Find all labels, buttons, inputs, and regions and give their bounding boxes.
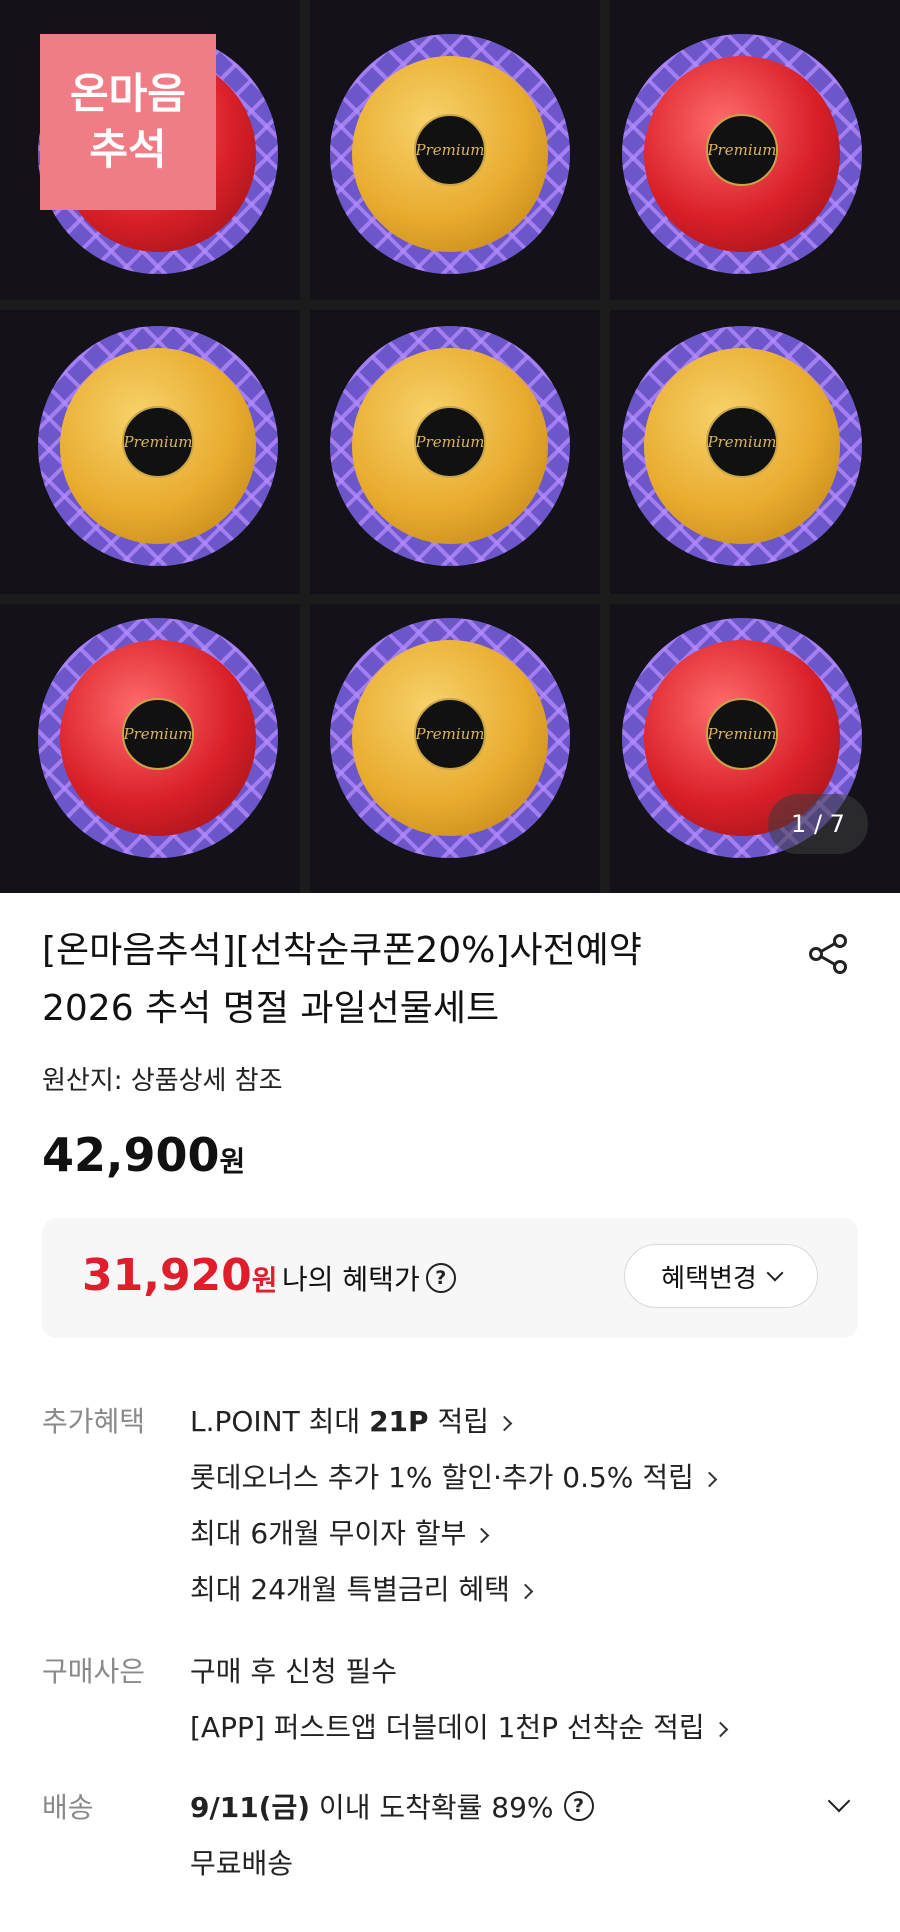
- event-badge: 온마음 추석: [40, 34, 216, 210]
- price-value: 42,900: [42, 1128, 220, 1182]
- title-line-1: [온마음추석][선착순쿠폰20%]사전예약: [42, 930, 642, 971]
- fruit-cell: Premium: [304, 592, 596, 884]
- box-divider: [600, 0, 610, 893]
- benefit-item-text: L.POINT 최대: [190, 1405, 370, 1438]
- benefit-item-lotte-owners[interactable]: 롯데오너스 추가 1% 할인·추가 0.5% 적립: [190, 1456, 718, 1496]
- badge-line-2: 추석: [89, 125, 167, 174]
- benefit-item-special-rate[interactable]: 최대 24개월 특별금리 혜택: [190, 1568, 534, 1608]
- box-divider: [0, 300, 900, 310]
- chevron-right-icon: [496, 1415, 513, 1432]
- delivery-probability: 이내 도착확률 89%: [310, 1791, 554, 1824]
- benefit-label-text: 나의 혜택가: [282, 1263, 420, 1296]
- share-icon: [809, 934, 847, 974]
- image-counter: 1 / 7: [768, 794, 868, 854]
- product-image[interactable]: Premium Premium Premium Premium Premium …: [0, 0, 900, 893]
- fruit-cell: Premium: [596, 300, 888, 592]
- help-icon[interactable]: ?: [563, 1791, 594, 1821]
- benefit-item-text: 최대 6개월 무이자 할부: [190, 1517, 467, 1550]
- benefit-item-text: 롯데오너스 추가 1% 할인·추가 0.5% 적립: [190, 1461, 694, 1494]
- help-icon[interactable]: ?: [425, 1263, 456, 1293]
- product-title: [온마음추석][선착순쿠폰20%]사전예약 2026 추석 명절 과일선물세트: [42, 922, 732, 1038]
- purchase-gift-item[interactable]: [APP] 퍼스트앱 더블데이 1천P 선착순 적립: [190, 1706, 728, 1746]
- badge-line-1: 온마음: [70, 69, 186, 118]
- chevron-right-icon: [701, 1471, 718, 1488]
- premium-seal: Premium: [706, 698, 778, 770]
- premium-seal: Premium: [706, 406, 778, 478]
- benefit-label[interactable]: 나의 혜택가 ?: [282, 1258, 456, 1298]
- delivery-date: 9/11(금): [190, 1791, 311, 1824]
- origin-info: 원산지: 상품상세 참조: [42, 1066, 283, 1096]
- extra-benefits-label: 추가혜택: [42, 1405, 146, 1438]
- benefit-item-bold: 21P: [369, 1405, 429, 1438]
- premium-seal: Premium: [414, 114, 486, 186]
- benefit-change-label: 혜택변경: [661, 1263, 757, 1294]
- delivery-fee: 무료배송: [190, 1847, 294, 1880]
- chevron-right-icon: [712, 1721, 728, 1738]
- purchase-gift-label: 구매사은: [42, 1655, 146, 1688]
- fruit-cell: Premium: [12, 300, 304, 592]
- benefit-price-unit: 원: [251, 1264, 278, 1297]
- original-price: 42,900원: [42, 1128, 245, 1182]
- purchase-gift-text: [APP] 퍼스트앱 더블데이 1천P 선착순 적립: [190, 1711, 705, 1744]
- box-divider: [300, 0, 310, 893]
- chevron-right-icon: [474, 1527, 490, 1544]
- chevron-down-icon: [766, 1264, 784, 1282]
- purchase-gift-notice: 구매 후 신청 필수: [190, 1655, 398, 1688]
- premium-seal: Premium: [122, 406, 194, 478]
- chevron-right-icon: [517, 1583, 534, 1600]
- fruit-cell: Premium: [304, 8, 596, 300]
- benefit-item-lpoint[interactable]: L.POINT 최대 21P 적립: [190, 1400, 513, 1440]
- benefit-item-installment[interactable]: 최대 6개월 무이자 할부: [190, 1512, 490, 1552]
- benefit-item-text: 적립: [428, 1405, 489, 1438]
- premium-seal: Premium: [414, 406, 486, 478]
- fruit-cell: Premium: [12, 592, 304, 884]
- fruit-cell: Premium: [596, 8, 888, 300]
- benefit-price-box: 31,920원 나의 혜택가 ? 혜택변경: [42, 1218, 858, 1338]
- title-line-2: 2026 추석 명절 과일선물세트: [42, 988, 500, 1029]
- benefit-price-value: 31,920: [82, 1250, 252, 1301]
- box-divider: [0, 594, 900, 604]
- benefit-item-text: 최대 24개월 특별금리 혜택: [190, 1573, 510, 1606]
- premium-seal: Premium: [122, 698, 194, 770]
- delivery-expand-button[interactable]: [822, 1788, 856, 1822]
- benefit-change-button[interactable]: 혜택변경: [624, 1244, 818, 1308]
- fruit-cell: Premium: [304, 300, 596, 592]
- delivery-label: 배송: [42, 1791, 94, 1824]
- delivery-estimate: 9/11(금) 이내 도착확률 89%?: [190, 1786, 594, 1826]
- price-unit: 원: [219, 1145, 246, 1178]
- premium-seal: Premium: [706, 114, 778, 186]
- benefit-price: 31,920원: [82, 1250, 278, 1301]
- premium-seal: Premium: [414, 698, 486, 770]
- chevron-down-icon: [827, 1789, 851, 1813]
- share-button[interactable]: [804, 928, 852, 980]
